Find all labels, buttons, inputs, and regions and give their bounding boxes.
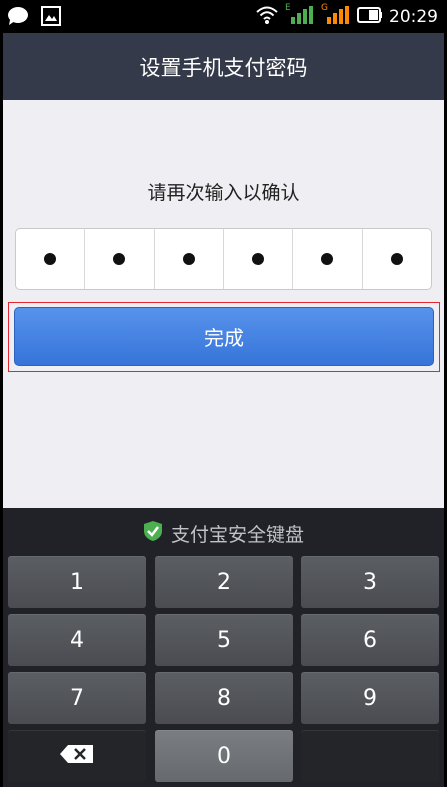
key-0[interactable]: 0 <box>155 730 293 782</box>
blank-key <box>301 730 439 782</box>
password-digit-cell <box>224 229 294 289</box>
battery-icon <box>357 7 383 27</box>
status-bar: E G 20:29 <box>3 0 444 33</box>
backspace-icon <box>60 744 94 769</box>
sim1-network-label: E <box>285 3 291 13</box>
password-dot <box>390 253 403 265</box>
keyboard-title: 支付宝安全键盘 <box>170 523 304 546</box>
password-dot <box>182 253 195 265</box>
sim2-network-label: G <box>321 3 328 13</box>
key-3[interactable]: 3 <box>301 556 439 608</box>
password-digit-cell <box>155 229 224 289</box>
status-time: 20:29 <box>389 7 438 27</box>
key-2[interactable]: 2 <box>155 556 293 608</box>
backspace-key[interactable] <box>8 730 146 782</box>
key-6[interactable]: 6 <box>301 614 439 666</box>
password-digit-cell <box>85 229 155 289</box>
password-input[interactable] <box>15 228 432 290</box>
password-digit-cell <box>16 229 86 289</box>
password-dot <box>44 253 57 265</box>
key-8[interactable]: 8 <box>155 672 293 724</box>
image-notification-icon <box>41 6 61 30</box>
confirm-prompt: 请再次输入以确认 <box>147 182 300 204</box>
password-dot <box>252 253 265 265</box>
wifi-icon <box>255 5 279 29</box>
done-button[interactable]: 完成 <box>14 307 434 366</box>
secure-keyboard: 支付宝安全键盘 1 2 3 4 5 6 7 8 9 0 <box>3 508 444 787</box>
screen: E G 20:29 设置手机支付密码 请再次输入以确认 完成 支付宝安全键盘 1… <box>3 0 444 787</box>
signal-sim2-icon: G <box>321 3 351 29</box>
key-9[interactable]: 9 <box>301 672 439 724</box>
password-dot <box>321 253 334 265</box>
password-digit-cell <box>363 229 431 289</box>
key-4[interactable]: 4 <box>8 614 146 666</box>
key-7[interactable]: 7 <box>8 672 146 724</box>
key-1[interactable]: 1 <box>8 556 146 608</box>
page-title: 设置手机支付密码 <box>3 33 444 100</box>
password-dot <box>113 253 126 265</box>
password-digit-cell <box>293 229 363 289</box>
keyboard-header: 支付宝安全键盘 <box>3 518 444 548</box>
signal-sim1-icon: E <box>285 3 315 29</box>
shield-check-icon <box>143 520 163 547</box>
chat-notification-icon <box>7 6 29 30</box>
key-5[interactable]: 5 <box>155 614 293 666</box>
